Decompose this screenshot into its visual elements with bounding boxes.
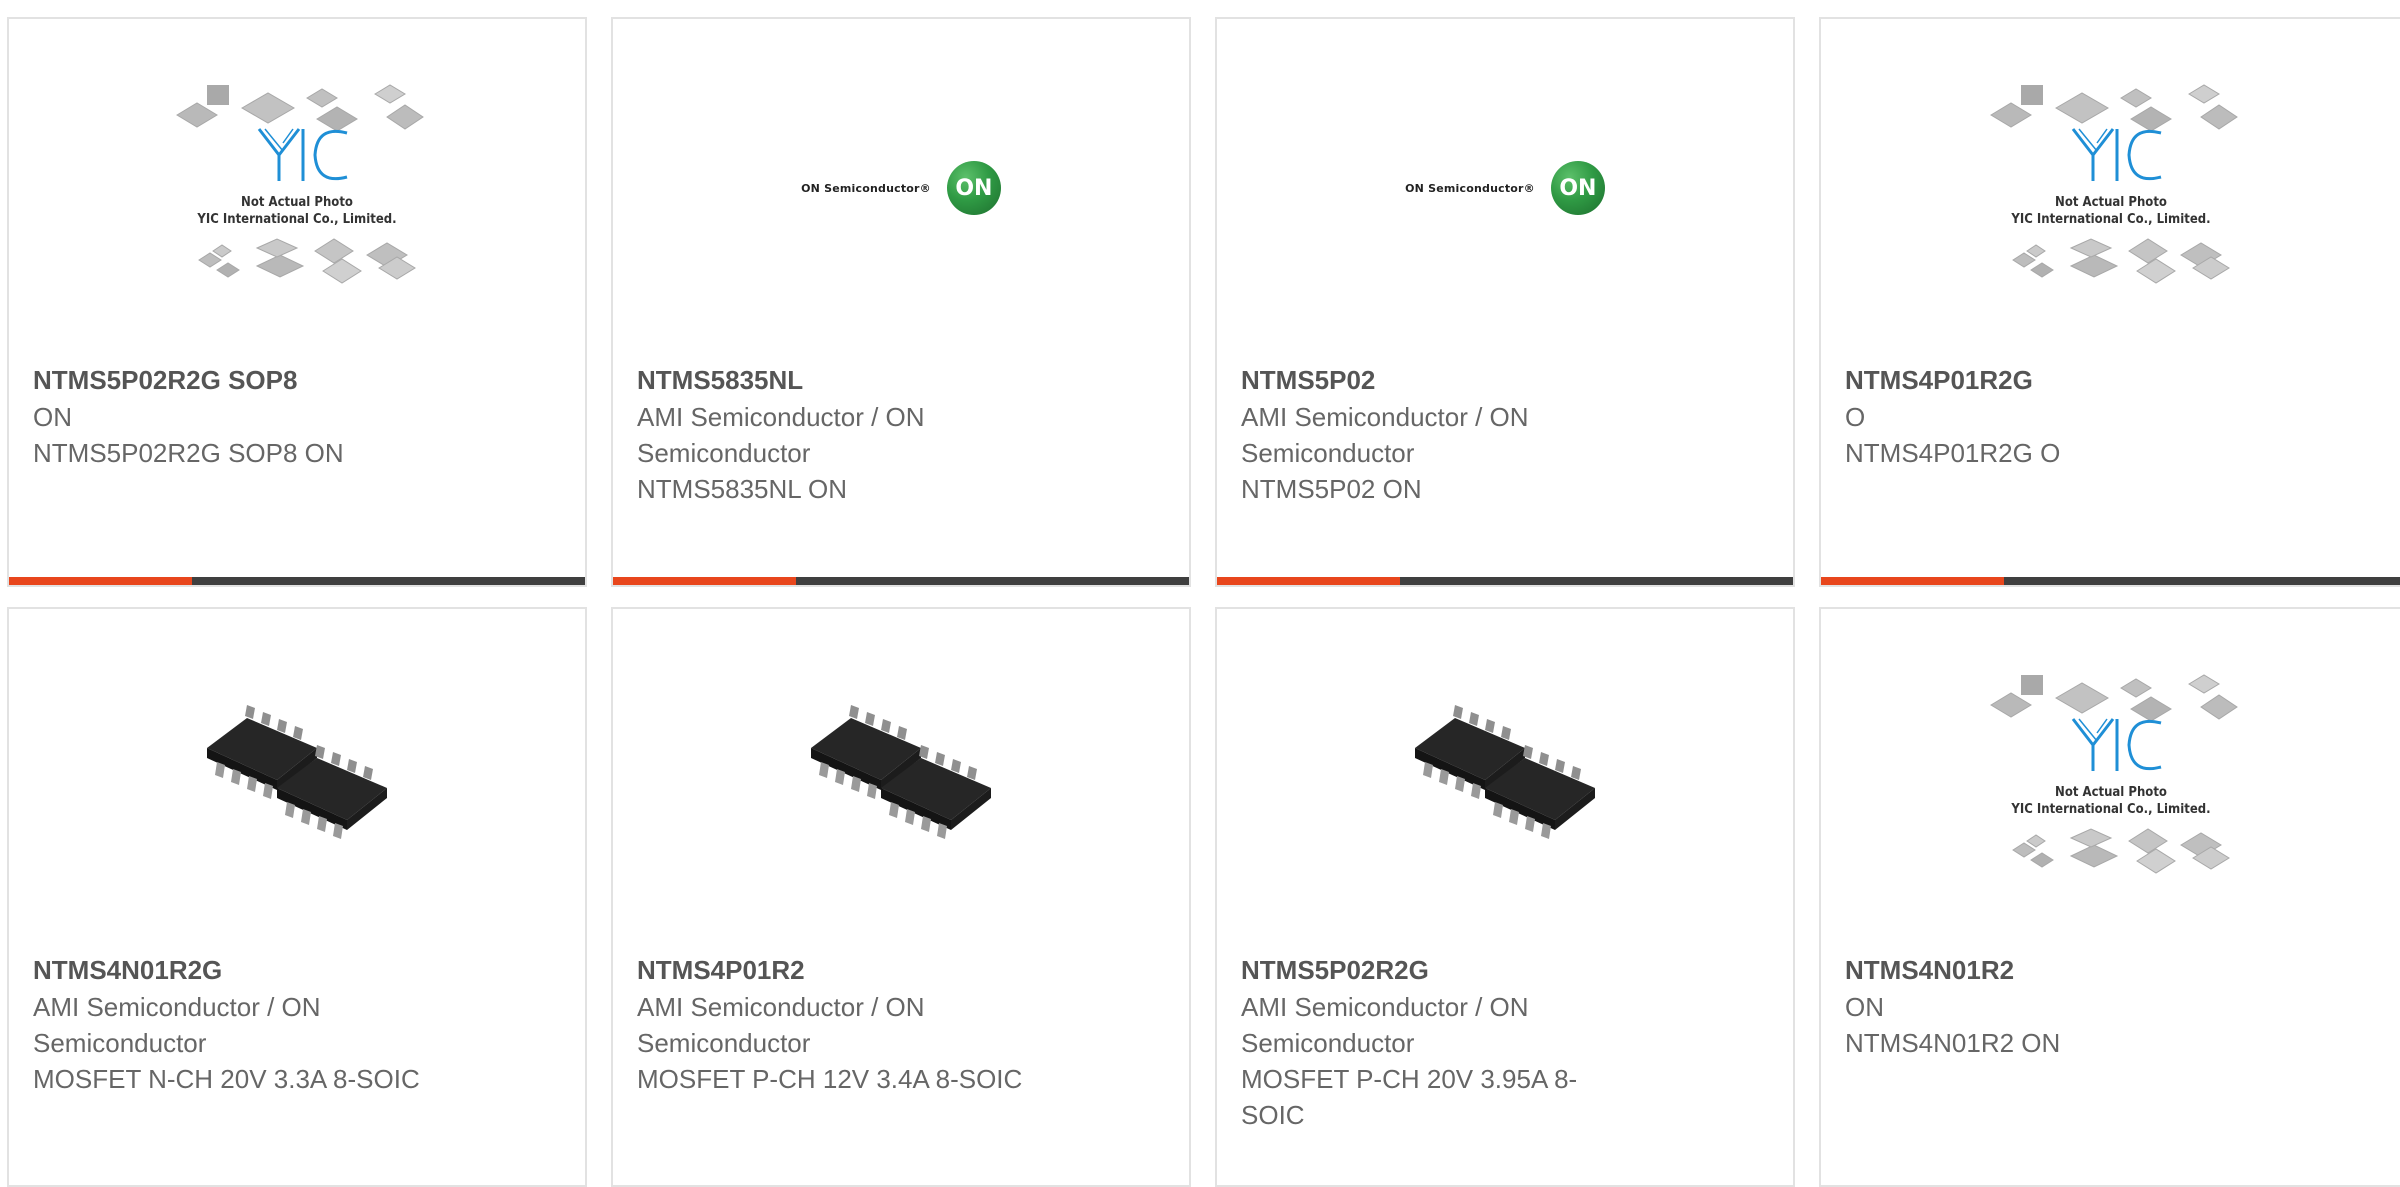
manufacturer: AMI Semiconductor / ON Semiconductor <box>1241 992 1529 1058</box>
product-card[interactable]: NTMS5P02R2G AMI Semiconductor / ON Semic… <box>1215 607 1795 1187</box>
card-accent-bar <box>1217 577 1400 585</box>
part-number[interactable]: NTMS5P02 <box>1241 362 1769 399</box>
soic8-chip-photo <box>801 678 1001 878</box>
manufacturer: O <box>1845 402 1866 432</box>
soic8-chip-photo <box>197 678 397 878</box>
placeholder-caption: Not Actual Photo <box>2055 785 2167 800</box>
product-thumbnail[interactable]: Not Actual Photo YIC International Co., L… <box>1821 19 2400 357</box>
part-number[interactable]: NTMS5835NL <box>637 362 1165 399</box>
on-wordmark: ON Semiconductor® <box>801 181 931 195</box>
description: MOSFET N-CH 20V 3.3A 8-SOIC <box>33 1064 420 1094</box>
product-card[interactable]: Not Actual Photo YIC International Co., L… <box>1819 607 2400 1187</box>
card-accent-bar <box>613 577 796 585</box>
description: NTMS5P02 ON <box>1241 474 1422 504</box>
on-badge-icon: ON <box>946 161 1001 215</box>
on-badge-icon: ON <box>1550 161 1605 215</box>
part-number[interactable]: NTMS4N01R2 <box>1845 952 2376 989</box>
description: NTMS4P01R2G O <box>1845 438 2061 468</box>
product-thumbnail[interactable] <box>9 609 585 947</box>
description: MOSFET P-CH 20V 3.95A 8-SOIC <box>1241 1064 1578 1130</box>
on-semiconductor-logo: ON Semiconductor® ON <box>801 161 1001 215</box>
part-number[interactable]: NTMS5P02R2G SOP8 <box>33 362 561 399</box>
product-thumbnail[interactable] <box>613 609 1189 947</box>
placeholder-company: YIC International Co., Limited. <box>2010 212 2210 227</box>
product-card[interactable]: NTMS4P01R2 AMI Semiconductor / ON Semico… <box>611 607 1191 1187</box>
yic-placeholder-image: Not Actual Photo YIC International Co., L… <box>176 84 424 284</box>
on-wordmark: ON Semiconductor® <box>1405 181 1535 195</box>
product-thumbnail[interactable]: ON Semiconductor® ON <box>613 19 1189 357</box>
product-thumbnail[interactable]: Not Actual Photo YIC International Co., L… <box>1821 609 2400 947</box>
manufacturer: AMI Semiconductor / ON Semiconductor <box>637 402 925 468</box>
part-number[interactable]: NTMS4P01R2G <box>1845 362 2376 399</box>
yic-placeholder-image: Not Actual Photo YIC International Co., L… <box>1989 674 2238 874</box>
product-card[interactable]: ON Semiconductor® ON NTMS5P02 AMI Semicon… <box>1215 17 1795 587</box>
description: MOSFET P-CH 12V 3.4A 8-SOIC <box>637 1064 1023 1094</box>
product-card[interactable]: Not Actual Photo YIC International Co., L… <box>7 17 587 587</box>
description: NTMS4N01R2 ON <box>1845 1028 2061 1058</box>
on-semiconductor-logo: ON Semiconductor® ON <box>1405 161 1605 215</box>
placeholder-caption: Not Actual Photo <box>241 195 353 210</box>
part-number[interactable]: NTMS4N01R2G <box>33 952 561 989</box>
product-card[interactable]: NTMS4N01R2G AMI Semiconductor / ON Semic… <box>7 607 587 1187</box>
card-accent-bar <box>1821 577 2004 585</box>
placeholder-company: YIC International Co., Limited. <box>2010 802 2210 817</box>
part-number[interactable]: NTMS5P02R2G <box>1241 952 1769 989</box>
placeholder-caption: Not Actual Photo <box>2055 195 2167 210</box>
product-thumbnail[interactable]: ON Semiconductor® ON <box>1217 19 1793 357</box>
card-accent-bar <box>9 577 192 585</box>
placeholder-company: YIC International Co., Limited. <box>196 212 396 227</box>
manufacturer: AMI Semiconductor / ON Semiconductor <box>637 992 925 1058</box>
part-number[interactable]: NTMS4P01R2 <box>637 952 1165 989</box>
product-card[interactable]: ON Semiconductor® ON NTMS5835NL AMI Semic… <box>611 17 1191 587</box>
manufacturer: AMI Semiconductor / ON Semiconductor <box>1241 402 1529 468</box>
description: NTMS5P02R2G SOP8 ON <box>33 438 344 468</box>
product-thumbnail[interactable] <box>1217 609 1793 947</box>
manufacturer: AMI Semiconductor / ON Semiconductor <box>33 992 321 1058</box>
description: NTMS5835NL ON <box>637 474 847 504</box>
yic-placeholder-image: Not Actual Photo YIC International Co., L… <box>1989 84 2238 284</box>
manufacturer: ON <box>33 402 72 432</box>
soic8-chip-photo <box>1405 678 1605 878</box>
product-card[interactable]: Not Actual Photo YIC International Co., L… <box>1819 17 2400 587</box>
manufacturer: ON <box>1845 992 1884 1022</box>
product-thumbnail[interactable]: Not Actual Photo YIC International Co., L… <box>9 19 585 357</box>
